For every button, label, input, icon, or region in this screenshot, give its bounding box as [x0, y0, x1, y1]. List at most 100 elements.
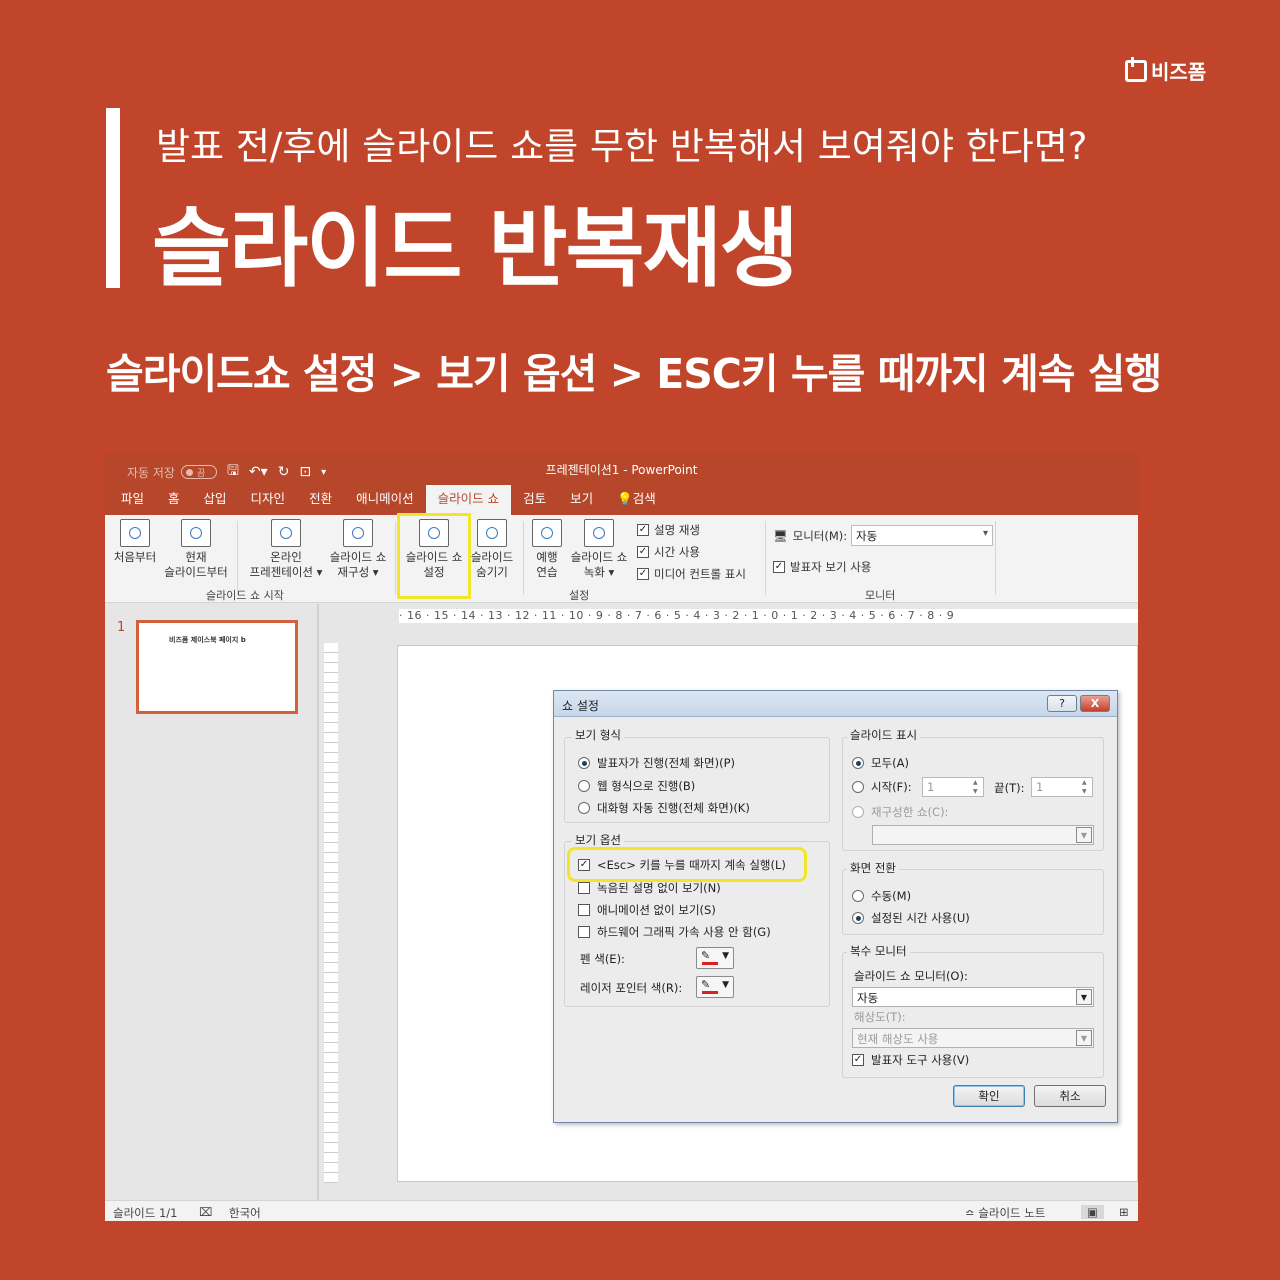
help-button[interactable]: ?	[1047, 695, 1077, 712]
presenter-view-checkbox[interactable]: ✓ 발표자 보기 사용	[773, 559, 871, 575]
to-label: 끝(T):	[994, 781, 1025, 795]
use-timings-radio[interactable]: 설정된 시간 사용(U)	[852, 910, 970, 926]
view-options-legend: 보기 옵션	[572, 832, 624, 848]
highlight-loop-option	[567, 847, 807, 882]
view-type-legend: 보기 형식	[572, 727, 624, 743]
cancel-button[interactable]: 취소	[1034, 1085, 1106, 1107]
resolution-select[interactable]: 현재 해상도 사용 ▼	[852, 1028, 1094, 1048]
play-current-icon	[181, 519, 211, 547]
page-subtitle: 발표 전/후에 슬라이드 쇼를 무한 반복해서 보여줘야 한다면?	[156, 125, 1088, 168]
dialog-title: 쇼 설정	[554, 691, 1117, 717]
rehearse-timings-button[interactable]: 예행 연습	[527, 519, 567, 580]
play-narrations-checkbox[interactable]: ✓ 설명 재생	[637, 522, 700, 538]
spell-check-icon[interactable]: ⌧	[199, 1205, 212, 1219]
all-slides-radio[interactable]: 모두(A)	[852, 755, 909, 771]
group-label-setup: 설정	[569, 589, 590, 602]
tab-design[interactable]: 디자인	[239, 485, 298, 515]
close-button[interactable]: X	[1080, 695, 1110, 712]
show-slides-legend: 슬라이드 표시	[847, 727, 921, 743]
no-animation-checkbox[interactable]: 애니메이션 없이 보기(S)	[578, 902, 716, 918]
show-media-controls-checkbox[interactable]: ✓ 미디어 컨트롤 표시	[637, 566, 746, 582]
highlight-setup-button	[397, 513, 471, 599]
use-timings-checkbox[interactable]: ✓ 시간 사용	[637, 544, 700, 560]
tab-file[interactable]: 파일	[109, 485, 156, 515]
slide-count: 슬라이드 1/1	[113, 1206, 178, 1220]
ribbon-tabs: 파일 홈 삽입 디자인 전환 애니메이션 슬라이드 쇼 검토 보기 💡 검색	[105, 485, 1138, 515]
title-bar: 자동 저장 끔 🖫 ↶▾ ↻ ⊡ ▾ 프레젠테이션1 - PowerPoint	[105, 453, 1138, 485]
pen-icon: ✎	[701, 978, 711, 991]
vertical-ruler	[324, 643, 338, 1183]
tab-home[interactable]: 홈	[156, 485, 192, 515]
manual-radio[interactable]: 수동(M)	[852, 888, 911, 904]
slideshow-monitor-select[interactable]: 자동 ▼	[852, 987, 1094, 1007]
accent-bar	[106, 108, 120, 288]
laser-color-label: 레이저 포인터 색(R):	[580, 981, 683, 995]
lightbulb-icon: 💡	[617, 491, 633, 506]
stopwatch-icon	[532, 519, 562, 547]
powerpoint-window: 자동 저장 끔 🖫 ↶▾ ↻ ⊡ ▾ 프레젠테이션1 - PowerPoint …	[105, 453, 1138, 1221]
pen-color-button[interactable]: ✎ ▼	[696, 947, 734, 969]
page-title: 슬라이드 반복재생	[152, 199, 799, 299]
status-bar: 슬라이드 1/1 ⌧ 한국어 ≏ 슬라이드 노트 ▣ ⊞	[105, 1200, 1138, 1221]
advance-legend: 화면 전환	[847, 860, 899, 876]
horizontal-ruler: · 16 · 15 · 14 · 13 · 12 · 11 · 10 · 9 ·…	[399, 609, 1138, 623]
tab-transitions[interactable]: 전환	[297, 485, 344, 515]
slide-number: 1	[117, 620, 126, 635]
tab-animations[interactable]: 애니메이션	[344, 485, 426, 515]
to-spinner[interactable]: 1	[1031, 777, 1093, 797]
hide-slide-button[interactable]: 슬라이드 숨기기	[467, 519, 517, 580]
presenter-tools-checkbox[interactable]: ✓ 발표자 도구 사용(V)	[852, 1052, 969, 1068]
from-radio[interactable]: 시작(F):	[852, 779, 912, 795]
resolution-label: 해상도(T):	[854, 1010, 906, 1024]
from-beginning-button[interactable]: 처음부터	[109, 519, 161, 565]
laser-color-button[interactable]: ✎ ▼	[696, 976, 734, 998]
notes-button[interactable]: ≏ 슬라이드 노트	[965, 1205, 1045, 1221]
thumbnail-text: 비즈폼 제이스북 페이지 b	[169, 636, 246, 644]
tab-search[interactable]: 💡 검색	[605, 485, 668, 515]
ribbon: 처음부터 현재 슬라이드부터 온라인 프레젠테이션 ▾ 슬라이드 쇼 재구성 ▾…	[105, 515, 1138, 603]
monitor-label: 🖥 모니터(M):	[773, 529, 848, 543]
browse-window-radio[interactable]: 웹 형식으로 진행(B)	[578, 778, 695, 794]
multi-monitor-legend: 복수 모니터	[847, 943, 910, 959]
group-label-monitor: 모니터	[865, 589, 896, 602]
custom-show-radio[interactable]: 재구성한 쇼(C):	[852, 804, 948, 820]
setup-show-dialog: 쇼 설정 ? X 보기 형식 발표자가 진행(전체 화면)(P) 웹 형식으로 …	[553, 690, 1118, 1123]
record-icon	[584, 519, 614, 547]
no-hw-accel-checkbox[interactable]: 하드웨어 그래픽 가속 사용 안 함(G)	[578, 924, 771, 940]
window-title: 프레젠테이션1 - PowerPoint	[545, 463, 698, 477]
normal-view-icon[interactable]: ▣	[1081, 1205, 1104, 1219]
custom-show-icon	[343, 519, 373, 547]
play-screen-icon	[120, 519, 150, 547]
ok-button[interactable]: 확인	[953, 1085, 1025, 1107]
slideshow-monitor-label: 슬라이드 쇼 모니터(O):	[854, 969, 968, 983]
notes-icon: ≏	[965, 1206, 975, 1220]
brand-name: 비즈폼	[1151, 60, 1207, 84]
kiosk-radio[interactable]: 대화형 자동 진행(전체 화면)(K)	[578, 800, 750, 816]
pen-icon: ✎	[701, 949, 711, 962]
hide-slide-icon	[477, 519, 507, 547]
custom-show-button[interactable]: 슬라이드 쇼 재구성 ▾	[325, 519, 391, 580]
slide-thumbnail-pane: 1 비즈폼 제이스북 페이지 b	[105, 604, 317, 1204]
pane-splitter[interactable]	[317, 604, 319, 1204]
language[interactable]: 한국어	[229, 1205, 261, 1221]
no-narration-checkbox[interactable]: 녹음된 설명 없이 보기(N)	[578, 880, 721, 896]
tab-review[interactable]: 검토	[511, 485, 558, 515]
presenter-fullscreen-radio[interactable]: 발표자가 진행(전체 화면)(P)	[578, 755, 735, 771]
slide-sorter-icon[interactable]: ⊞	[1119, 1205, 1129, 1219]
tab-view[interactable]: 보기	[558, 485, 605, 515]
brand-icon	[1125, 56, 1147, 82]
monitor-select[interactable]: 자동	[851, 525, 993, 546]
tab-insert[interactable]: 삽입	[192, 485, 239, 515]
present-online-button[interactable]: 온라인 프레젠테이션 ▾	[243, 519, 329, 580]
from-current-button[interactable]: 현재 슬라이드부터	[161, 519, 231, 580]
tab-slideshow[interactable]: 슬라이드 쇼	[425, 485, 512, 515]
pen-color-label: 펜 색(E):	[580, 952, 625, 966]
monitor-icon: 🖥	[773, 529, 788, 543]
brand-logo: 비즈폼	[1125, 56, 1206, 85]
slide-thumbnail[interactable]: 비즈폼 제이스북 페이지 b	[136, 620, 298, 714]
custom-show-select[interactable]: ▼	[872, 825, 1094, 845]
globe-screen-icon	[271, 519, 301, 547]
from-spinner[interactable]: 1	[922, 777, 984, 797]
record-slideshow-button[interactable]: 슬라이드 쇼 녹화 ▾	[565, 519, 633, 580]
group-label-start: 슬라이드 쇼 시작	[206, 589, 284, 602]
